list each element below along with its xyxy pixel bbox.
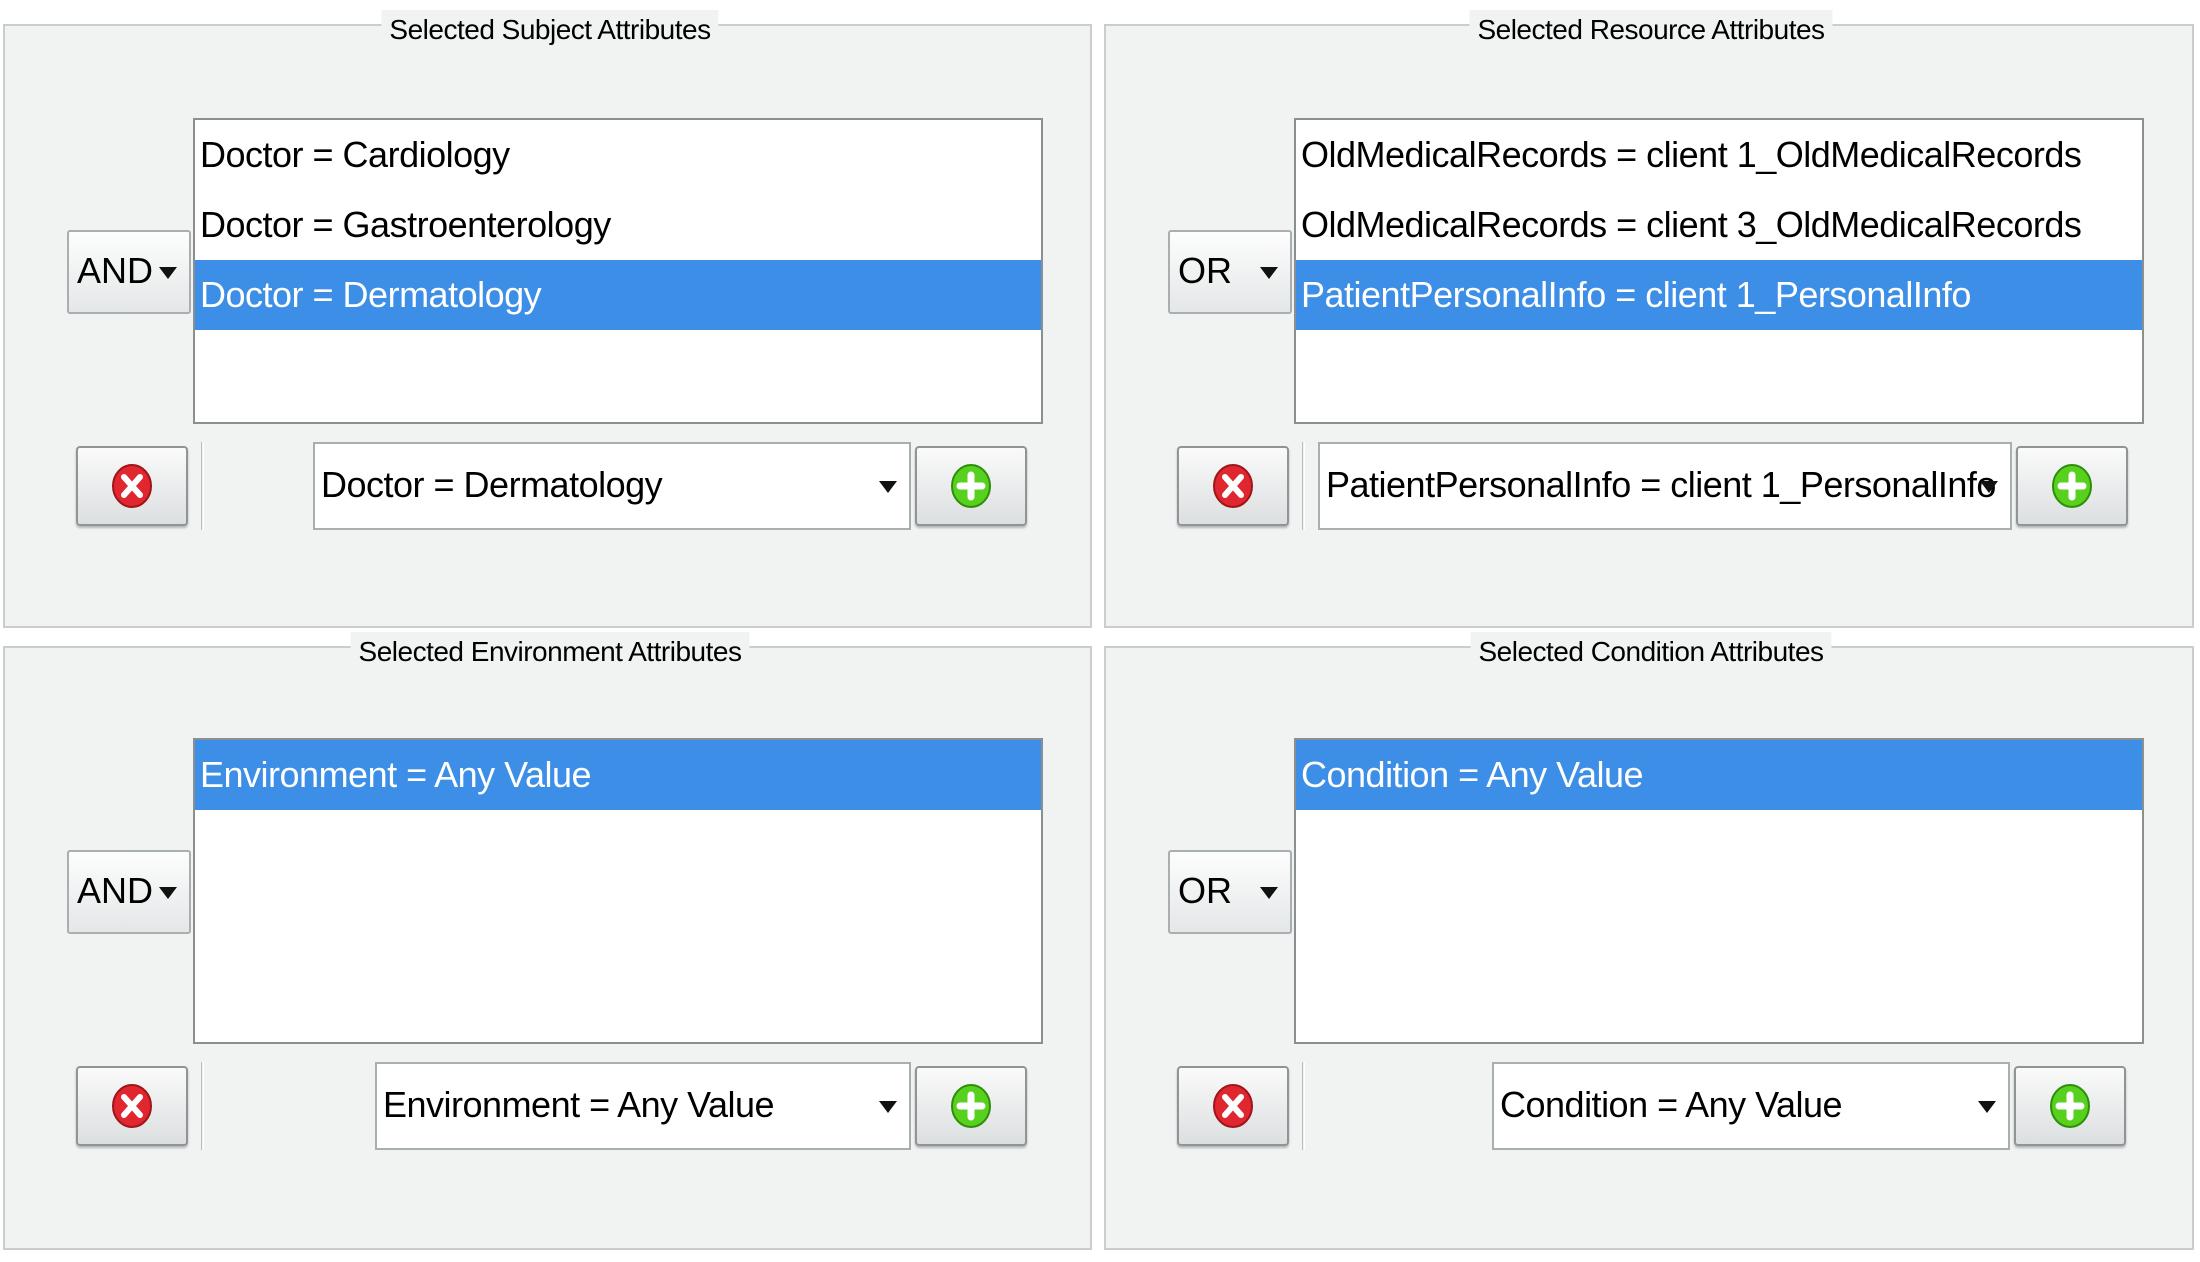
resource-remove-button[interactable]	[1177, 446, 1289, 526]
chevron-down-icon	[159, 887, 177, 899]
toolbar-separator	[1302, 1062, 1305, 1150]
chevron-down-icon	[1260, 267, 1278, 279]
toolbar-separator	[1302, 442, 1305, 530]
resource-add-button[interactable]	[2016, 446, 2128, 526]
environment-panel-title: Selected Environment Attributes	[350, 632, 750, 672]
resource-panel-title: Selected Resource Attributes	[1469, 10, 1833, 50]
condition-panel-title: Selected Condition Attributes	[1470, 632, 1832, 672]
list-item-selected[interactable]: Environment = Any Value	[195, 740, 1041, 810]
condition-operator-value: OR	[1178, 870, 1232, 911]
condition-combo-value: Condition = Any Value	[1500, 1084, 1843, 1125]
list-item-selected[interactable]: Condition = Any Value	[1296, 740, 2142, 810]
list-item[interactable]: OldMedicalRecords = client 1_OldMedicalR…	[1296, 120, 2142, 190]
list-item-selected[interactable]: Doctor = Dermatology	[195, 260, 1041, 330]
list-item[interactable]: OldMedicalRecords = client 3_OldMedicalR…	[1296, 190, 2142, 260]
remove-icon	[112, 1084, 152, 1128]
subject-attributes-panel: Selected Subject Attributes AND Doctor =…	[3, 10, 1092, 628]
add-icon	[2050, 1084, 2090, 1128]
remove-icon	[1213, 1084, 1253, 1128]
resource-combo-value: PatientPersonalInfo = client 1_PersonalI…	[1326, 464, 1996, 505]
condition-attributes-panel: Selected Condition Attributes OR Conditi…	[1104, 632, 2194, 1250]
subject-combo-value: Doctor = Dermatology	[321, 464, 663, 505]
environment-operator-select[interactable]: AND	[67, 850, 191, 934]
condition-attributes-list[interactable]: Condition = Any Value	[1294, 738, 2144, 1044]
chevron-down-icon	[159, 267, 177, 279]
subject-operator-value: AND	[77, 250, 154, 291]
subject-add-button[interactable]	[915, 446, 1027, 526]
add-icon	[951, 464, 991, 508]
chevron-down-icon	[879, 1101, 897, 1113]
environment-add-button[interactable]	[915, 1066, 1027, 1146]
remove-icon	[112, 464, 152, 508]
subject-panel-title: Selected Subject Attributes	[381, 10, 719, 50]
resource-operator-select[interactable]: OR	[1168, 230, 1292, 314]
resource-attributes-panel: Selected Resource Attributes OR OldMedic…	[1104, 10, 2194, 628]
environment-combo-value: Environment = Any Value	[383, 1084, 775, 1125]
add-icon	[2052, 464, 2092, 508]
subject-attributes-list[interactable]: Doctor = Cardiology Doctor = Gastroenter…	[193, 118, 1043, 424]
resource-attributes-list[interactable]: OldMedicalRecords = client 1_OldMedicalR…	[1294, 118, 2144, 424]
environment-attributes-list[interactable]: Environment = Any Value	[193, 738, 1043, 1044]
list-item[interactable]: Doctor = Gastroenterology	[195, 190, 1041, 260]
add-icon	[951, 1084, 991, 1128]
subject-operator-select[interactable]: AND	[67, 230, 191, 314]
condition-operator-select[interactable]: OR	[1168, 850, 1292, 934]
condition-remove-button[interactable]	[1177, 1066, 1289, 1146]
subject-attribute-combo[interactable]: Doctor = Dermatology	[313, 442, 911, 530]
subject-remove-button[interactable]	[76, 446, 188, 526]
resource-operator-value: OR	[1178, 250, 1232, 291]
resource-attribute-combo[interactable]: PatientPersonalInfo = client 1_PersonalI…	[1318, 442, 2012, 530]
environment-operator-value: AND	[77, 870, 154, 911]
toolbar-separator	[201, 1062, 204, 1150]
chevron-down-icon	[1260, 887, 1278, 899]
toolbar-separator	[201, 442, 204, 530]
environment-attributes-panel: Selected Environment Attributes AND Envi…	[3, 632, 1092, 1250]
environment-remove-button[interactable]	[76, 1066, 188, 1146]
chevron-down-icon	[879, 481, 897, 493]
environment-attribute-combo[interactable]: Environment = Any Value	[375, 1062, 911, 1150]
chevron-down-icon	[1980, 481, 1998, 493]
list-item[interactable]: Doctor = Cardiology	[195, 120, 1041, 190]
remove-icon	[1213, 464, 1253, 508]
list-item-selected[interactable]: PatientPersonalInfo = client 1_PersonalI…	[1296, 260, 2142, 330]
condition-attribute-combo[interactable]: Condition = Any Value	[1492, 1062, 2010, 1150]
condition-add-button[interactable]	[2014, 1066, 2126, 1146]
chevron-down-icon	[1978, 1101, 1996, 1113]
